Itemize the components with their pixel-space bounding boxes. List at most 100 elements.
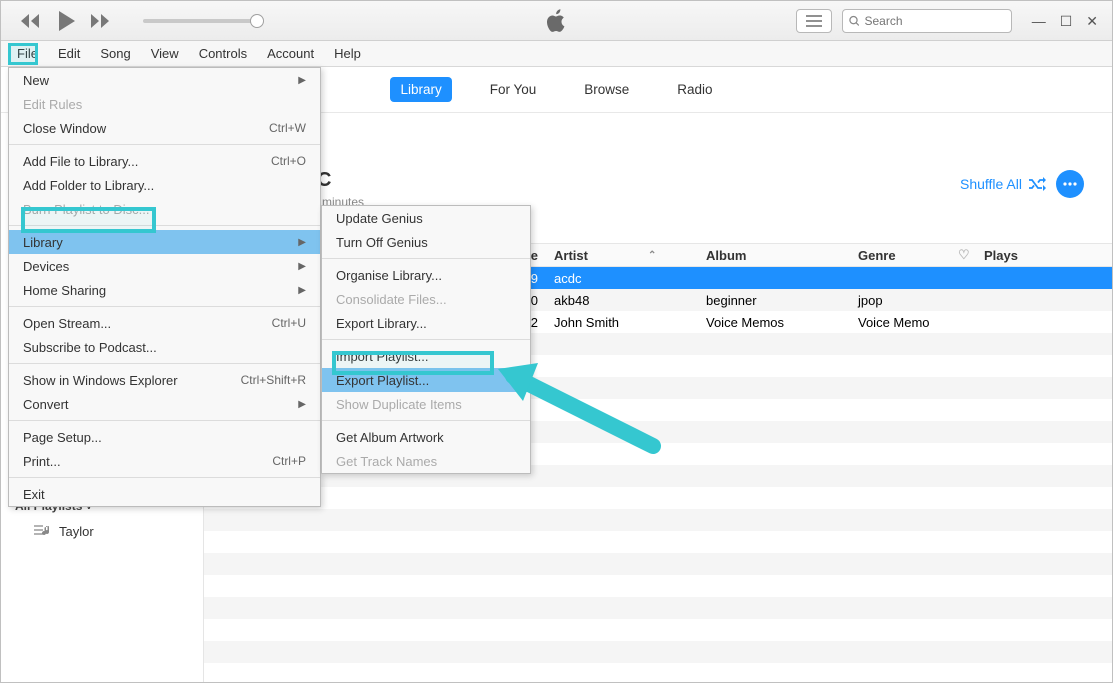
- menu-bar: File Edit Song View Controls Account Hel…: [1, 41, 1112, 67]
- menu-item-open-stream[interactable]: Open Stream... Ctrl+U: [9, 311, 320, 335]
- menu-item-page-setup[interactable]: Page Setup...: [9, 425, 320, 449]
- list-view-button[interactable]: [796, 9, 832, 33]
- cell-genre: Voice Memo: [850, 315, 950, 330]
- menu-item-label: Update Genius: [336, 211, 423, 226]
- menu-item-library[interactable]: Library ▶: [9, 230, 320, 254]
- menu-item-turn-off-genius[interactable]: Turn Off Genius: [322, 230, 530, 254]
- sidebar-item-label: Taylor: [59, 524, 94, 539]
- annotation-highlight-library: [21, 207, 156, 233]
- table-row-empty: [204, 619, 1112, 641]
- menu-item-subscribe-podcast[interactable]: Subscribe to Podcast...: [9, 335, 320, 359]
- menu-item-shortcut: Ctrl+U: [272, 316, 306, 330]
- col-love[interactable]: ♡: [950, 247, 976, 263]
- annotation-highlight-file: [8, 43, 38, 65]
- file-menu: New ▶ Edit Rules Close Window Ctrl+W Add…: [8, 67, 321, 507]
- menu-item-shortcut: Ctrl+Shift+R: [241, 373, 306, 387]
- shuffle-icon: [1028, 177, 1046, 191]
- menu-item-organise-library[interactable]: Organise Library...: [322, 263, 530, 287]
- minimize-button[interactable]: —: [1032, 14, 1046, 28]
- table-row-empty: [204, 553, 1112, 575]
- window-buttons: — ☐ ✕: [1022, 14, 1108, 28]
- menu-item-label: Print...: [23, 454, 61, 469]
- menu-separator: [9, 144, 320, 145]
- menu-item-label: Convert: [23, 397, 69, 412]
- ellipsis-icon: [1063, 182, 1077, 186]
- tab-radio[interactable]: Radio: [667, 77, 722, 102]
- search-box[interactable]: [842, 9, 1012, 33]
- tab-for-you[interactable]: For You: [480, 77, 547, 102]
- search-input[interactable]: [864, 14, 1004, 28]
- shuffle-all-button[interactable]: Shuffle All: [960, 176, 1046, 192]
- titlebar: — ☐ ✕: [1, 1, 1112, 41]
- col-plays[interactable]: Plays: [976, 248, 1112, 263]
- chevron-right-icon: ▶: [298, 237, 306, 248]
- playlist-icon: [33, 524, 49, 538]
- menu-item-edit-rules: Edit Rules: [9, 92, 320, 116]
- menu-item-shortcut: Ctrl+P: [272, 454, 306, 468]
- volume-slider[interactable]: [143, 19, 258, 23]
- menu-separator: [322, 258, 530, 259]
- col-genre[interactable]: Genre: [850, 248, 950, 263]
- menu-item-label: Turn Off Genius: [336, 235, 428, 250]
- menu-item-label: Subscribe to Podcast...: [23, 340, 157, 355]
- cell-genre: jpop: [850, 293, 950, 308]
- cell-artist: John Smith: [546, 315, 698, 330]
- menu-item-close-window[interactable]: Close Window Ctrl+W: [9, 116, 320, 140]
- col-album[interactable]: Album: [698, 248, 850, 263]
- sidebar-item-playlist[interactable]: Taylor: [1, 519, 203, 543]
- chevron-right-icon: ▶: [298, 399, 306, 410]
- playback-controls: [1, 11, 258, 31]
- menu-help[interactable]: Help: [324, 42, 371, 65]
- chevron-right-icon: ▶: [298, 285, 306, 296]
- menu-item-label: Get Track Names: [336, 454, 437, 469]
- menu-item-label: Show Duplicate Items: [336, 397, 462, 412]
- table-row-empty: [204, 641, 1112, 663]
- menu-item-label: Show in Windows Explorer: [23, 373, 178, 388]
- maximize-button[interactable]: ☐: [1060, 14, 1073, 28]
- next-track-icon[interactable]: [91, 14, 113, 28]
- table-row-empty: [204, 597, 1112, 619]
- more-actions-button[interactable]: [1056, 170, 1084, 198]
- menu-item-label: Add File to Library...: [23, 154, 138, 169]
- tab-library[interactable]: Library: [390, 77, 451, 102]
- menu-separator: [9, 477, 320, 478]
- menu-account[interactable]: Account: [257, 42, 324, 65]
- menu-item-devices[interactable]: Devices ▶: [9, 254, 320, 278]
- menu-item-export-library[interactable]: Export Library...: [322, 311, 530, 335]
- chevron-right-icon: ▶: [298, 261, 306, 272]
- menu-song[interactable]: Song: [90, 42, 140, 65]
- menu-separator: [9, 306, 320, 307]
- menu-controls[interactable]: Controls: [189, 42, 257, 65]
- menu-separator: [322, 339, 530, 340]
- menu-item-home-sharing[interactable]: Home Sharing ▶: [9, 278, 320, 302]
- menu-item-update-genius[interactable]: Update Genius: [322, 206, 530, 230]
- prev-track-icon[interactable]: [19, 14, 41, 28]
- table-row-empty: [204, 509, 1112, 531]
- apple-logo-icon: [537, 1, 577, 41]
- play-icon[interactable]: [57, 11, 75, 31]
- menu-edit[interactable]: Edit: [48, 42, 90, 65]
- close-button[interactable]: ✕: [1086, 14, 1098, 28]
- menu-item-convert[interactable]: Convert ▶: [9, 392, 320, 416]
- menu-separator: [9, 420, 320, 421]
- menu-item-label: Library: [23, 235, 63, 250]
- menu-item-shortcut: Ctrl+W: [269, 121, 306, 135]
- annotation-highlight-export-playlist: [332, 351, 494, 375]
- sort-asc-icon: ⌃: [648, 250, 656, 261]
- col-artist[interactable]: Artist ⌃: [546, 248, 698, 263]
- menu-item-add-file[interactable]: Add File to Library... Ctrl+O: [9, 149, 320, 173]
- menu-item-label: Consolidate Files...: [336, 292, 447, 307]
- menu-item-print[interactable]: Print... Ctrl+P: [9, 449, 320, 473]
- table-row-empty: [204, 531, 1112, 553]
- menu-item-label: Devices: [23, 259, 69, 274]
- menu-item-label: Open Stream...: [23, 316, 111, 331]
- menu-item-exit[interactable]: Exit: [9, 482, 320, 506]
- menu-item-show-explorer[interactable]: Show in Windows Explorer Ctrl+Shift+R: [9, 368, 320, 392]
- chevron-right-icon: ▶: [298, 75, 306, 86]
- menu-item-label: Close Window: [23, 121, 106, 136]
- menu-view[interactable]: View: [141, 42, 189, 65]
- menu-item-new[interactable]: New ▶: [9, 68, 320, 92]
- menu-item-label: Add Folder to Library...: [23, 178, 154, 193]
- menu-item-add-folder[interactable]: Add Folder to Library...: [9, 173, 320, 197]
- tab-browse[interactable]: Browse: [574, 77, 639, 102]
